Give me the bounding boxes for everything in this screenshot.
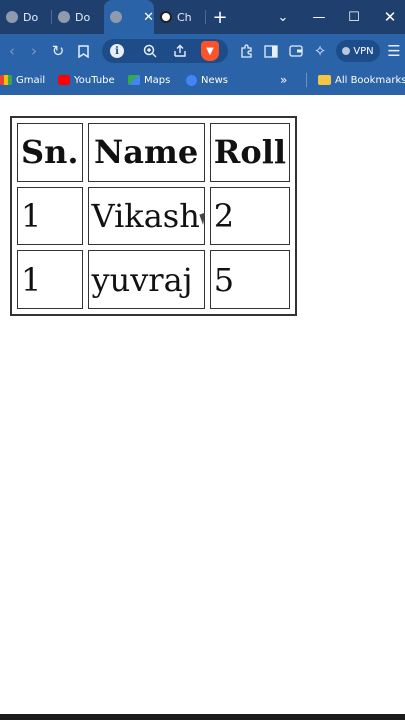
vpn-status-icon bbox=[342, 47, 351, 55]
students-table: Sn. Name Roll 1 Vikash 2 1 yuvraj 5 bbox=[10, 116, 297, 316]
site-info-icon[interactable]: i bbox=[110, 44, 124, 58]
extensions-icon[interactable] bbox=[235, 34, 259, 68]
globe-icon bbox=[58, 11, 70, 23]
bookmark-maps[interactable]: Maps bbox=[128, 68, 170, 92]
wallet-icon[interactable] bbox=[284, 34, 308, 68]
brave-shields-icon[interactable]: ▼ bbox=[201, 41, 219, 61]
tab-2[interactable]: Do bbox=[52, 0, 104, 34]
gmail-icon bbox=[0, 75, 12, 85]
bookmark-label: Maps bbox=[144, 74, 171, 86]
vpn-label: VPN bbox=[353, 45, 374, 57]
minimize-icon[interactable]: — bbox=[302, 0, 336, 34]
globe-icon bbox=[110, 11, 122, 23]
bookmark-icon[interactable] bbox=[71, 34, 95, 68]
all-bookmarks-button[interactable]: All Bookmarks bbox=[318, 68, 405, 92]
cell-name: Vikash bbox=[87, 186, 205, 246]
new-tab-button[interactable]: + bbox=[206, 7, 234, 28]
more-bookmarks-button[interactable]: » bbox=[280, 68, 287, 92]
header-roll: Roll bbox=[209, 123, 290, 182]
tab-4[interactable]: Ch bbox=[154, 0, 206, 34]
tab-title: Do bbox=[75, 10, 91, 24]
sidebar-icon[interactable] bbox=[259, 34, 283, 68]
bookmark-label: YouTube bbox=[74, 74, 115, 86]
bookmark-label: Gmail bbox=[16, 74, 46, 86]
all-bookmarks-label: All Bookmarks bbox=[335, 74, 405, 86]
globe-icon bbox=[6, 11, 18, 23]
tab-title: Ch bbox=[177, 10, 192, 24]
maximize-icon[interactable]: ☐ bbox=[337, 0, 371, 34]
reload-icon[interactable]: ↻ bbox=[46, 34, 70, 68]
tab-separator bbox=[205, 10, 206, 24]
tab-3-active[interactable]: ✕ bbox=[104, 0, 154, 34]
youtube-icon bbox=[58, 75, 70, 85]
share-icon[interactable] bbox=[168, 34, 192, 68]
table-header-row: Sn. Name Roll bbox=[17, 123, 290, 182]
bookmark-news[interactable]: News bbox=[186, 68, 228, 92]
header-sn: Sn. bbox=[17, 123, 83, 182]
vpn-button[interactable]: VPN bbox=[336, 40, 380, 62]
tab-1[interactable]: Do bbox=[0, 0, 52, 34]
header-name: Name bbox=[87, 123, 205, 182]
close-window-icon[interactable]: ✕ bbox=[373, 0, 405, 34]
chatgpt-icon bbox=[160, 11, 172, 23]
forward-icon[interactable]: › bbox=[22, 34, 46, 68]
leo-ai-icon[interactable]: ✧ bbox=[308, 34, 332, 68]
bookmark-gmail[interactable]: Gmail bbox=[0, 68, 45, 92]
folder-icon bbox=[318, 75, 331, 85]
bookmark-youtube[interactable]: YouTube bbox=[58, 68, 115, 92]
back-icon[interactable]: ‹ bbox=[0, 34, 24, 68]
bookmarks-bar: Gmail YouTube Maps News » All Bookmarks bbox=[0, 68, 405, 92]
zoom-icon[interactable] bbox=[138, 34, 162, 68]
table-row: 1 Vikash 2 bbox=[17, 186, 290, 246]
menu-icon[interactable]: ☰ bbox=[382, 34, 405, 68]
cell-roll: 2 bbox=[209, 186, 290, 246]
bookmark-label: News bbox=[201, 74, 229, 86]
bookmarks-divider bbox=[306, 73, 307, 87]
news-icon bbox=[186, 74, 197, 86]
cell-roll: 5 bbox=[209, 250, 290, 309]
tab-search-chevron-icon[interactable]: ⌄ bbox=[266, 0, 300, 34]
close-tab-icon[interactable]: ✕ bbox=[143, 10, 154, 25]
cell-name: yuvraj bbox=[87, 250, 205, 309]
cell-sn: 1 bbox=[17, 186, 83, 246]
taskbar-strip bbox=[0, 714, 405, 720]
cell-sn: 1 bbox=[17, 250, 83, 309]
table-row: 1 yuvraj 5 bbox=[17, 250, 290, 309]
page-content: Sn. Name Roll 1 Vikash 2 1 yuvraj 5 bbox=[0, 95, 405, 715]
maps-icon bbox=[128, 75, 140, 85]
tab-title: Do bbox=[23, 10, 39, 24]
